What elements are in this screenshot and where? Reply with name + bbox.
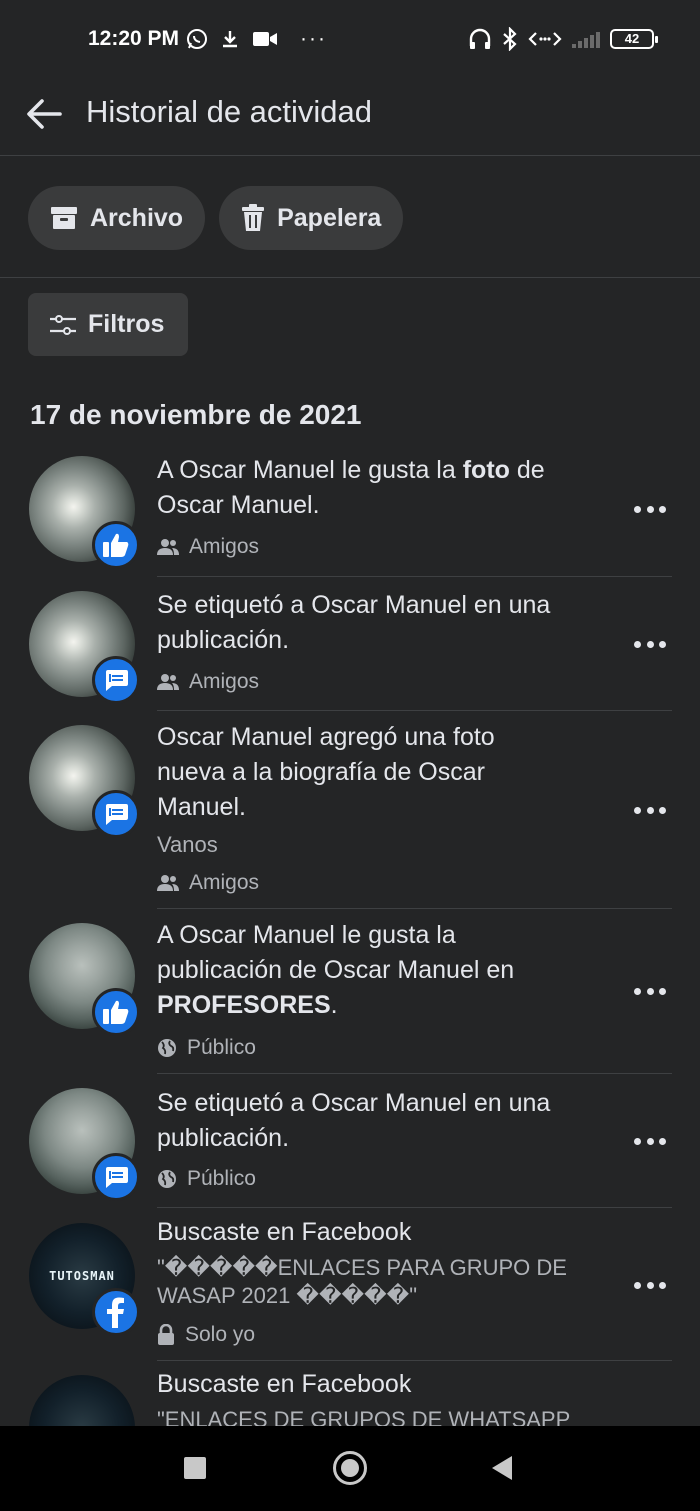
search-query-text: "�����ENLACES PARA GRUPO DE WASAP 2021 �… — [157, 1255, 567, 1308]
download-icon — [223, 31, 237, 48]
activity-text: Se etiquetó a Oscar Manuel en una public… — [157, 591, 551, 654]
more-options-button[interactable] — [634, 1131, 666, 1151]
more-options-button[interactable] — [634, 634, 666, 654]
filters-button[interactable]: Filtros — [28, 293, 188, 356]
activity-text: A Oscar Manuel le gusta la foto de Oscar… — [157, 456, 545, 519]
app-header: Historial de actividad — [0, 80, 700, 156]
trash-label: Papelera — [277, 203, 382, 232]
date-heading: 17 de noviembre de 2021 — [30, 399, 362, 430]
system-nav-bar — [0, 1426, 700, 1511]
lock-icon — [158, 1324, 174, 1345]
globe-icon — [158, 1039, 176, 1057]
activity-text: Oscar Manuel agregó una foto nueva a la … — [157, 723, 495, 821]
privacy-label: Público — [157, 1036, 256, 1060]
friends-icon — [157, 674, 179, 690]
trash-icon — [242, 204, 265, 231]
item-separator — [157, 1207, 672, 1208]
friends-icon — [157, 875, 179, 891]
recents-button[interactable] — [184, 1457, 206, 1479]
activity-text: A Oscar Manuel le gusta la publicación d… — [157, 921, 515, 1019]
activity-text: Buscaste en Facebook — [157, 1370, 412, 1398]
more-options-button[interactable] — [634, 800, 666, 820]
privacy-label: Solo yo — [157, 1323, 255, 1347]
status-time: 12:20 PM — [88, 27, 180, 50]
item-separator — [157, 576, 672, 577]
activity-text: Se etiquetó a Oscar Manuel en una public… — [157, 1089, 551, 1152]
item-separator — [157, 908, 672, 909]
data-transfer-icon — [528, 32, 562, 46]
friends-icon — [157, 539, 179, 555]
signal-icon — [572, 30, 600, 48]
globe-icon — [158, 1170, 176, 1188]
more-options-button[interactable] — [634, 1275, 666, 1295]
section-divider — [0, 277, 700, 278]
filters-label: Filtros — [88, 310, 165, 338]
back-button[interactable] — [22, 92, 66, 136]
activity-text: Buscaste en Facebook — [157, 1218, 412, 1246]
tag-icon — [92, 656, 140, 704]
home-button[interactable] — [333, 1451, 367, 1485]
trash-button[interactable]: Papelera — [219, 186, 404, 250]
video-icon — [253, 32, 277, 46]
action-buttons: Archivo Papelera — [28, 186, 404, 250]
whatsapp-icon — [187, 29, 207, 49]
headphones-icon — [469, 28, 491, 49]
avatar-logo-text: TUTOSMAN — [49, 1269, 115, 1283]
more-options-button[interactable] — [634, 981, 666, 1001]
system-back-button[interactable] — [492, 1456, 512, 1480]
more-options-button[interactable] — [634, 499, 666, 519]
like-icon — [92, 521, 140, 569]
status-icons-right: 42 — [468, 27, 658, 51]
status-bar: 12:20 PM ··· 42 — [0, 0, 700, 80]
privacy-label: Amigos — [157, 871, 259, 895]
privacy-label: Público — [157, 1167, 256, 1191]
item-separator — [157, 1360, 672, 1361]
activity-subtext: Vanos — [157, 832, 218, 857]
bluetooth-icon — [503, 27, 517, 51]
page-title: Historial de actividad — [86, 94, 373, 129]
like-icon — [92, 988, 140, 1036]
archive-label: Archivo — [90, 203, 184, 232]
item-separator — [157, 710, 672, 711]
tag-icon — [92, 790, 140, 838]
privacy-label: Amigos — [157, 670, 259, 694]
status-icons-left: ··· — [186, 27, 327, 51]
archive-icon — [51, 207, 77, 229]
more-notifications-icon: ··· — [300, 27, 327, 50]
facebook-icon — [92, 1288, 140, 1336]
battery-icon: 42 — [610, 29, 658, 49]
item-separator — [157, 1073, 672, 1074]
tag-icon — [92, 1153, 140, 1201]
privacy-label: Amigos — [157, 535, 259, 559]
back-arrow-icon — [27, 99, 62, 129]
archive-button[interactable]: Archivo — [28, 186, 206, 250]
filters-icon — [50, 314, 76, 335]
